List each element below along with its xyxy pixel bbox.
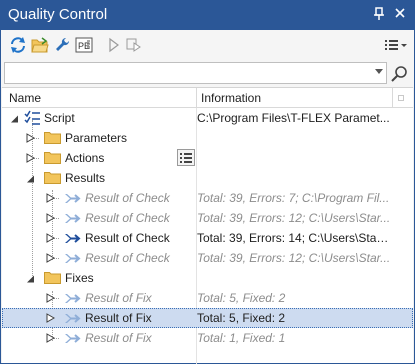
tree-row-result-of-fix[interactable]: Result of Fix Total: 1, Fixed: 1 <box>2 328 413 348</box>
pin-icon[interactable] <box>372 7 386 24</box>
folder-icon <box>44 172 61 184</box>
expand-icon[interactable] <box>26 133 35 143</box>
folder-icon <box>44 272 61 284</box>
collapse-icon[interactable] <box>26 274 35 284</box>
result-of-check-label: Result of Check <box>85 191 170 205</box>
search-input[interactable] <box>5 63 365 83</box>
grid-header: Name Information <box>2 88 413 108</box>
parameters-label: Parameters <box>65 131 128 145</box>
result-arrows-icon <box>65 194 81 203</box>
collapse-icon[interactable] <box>10 114 19 124</box>
quality-control-panel: Quality Control PE Name Information Scri… <box>0 0 415 364</box>
result-arrows-icon <box>65 294 81 303</box>
wrench-icon[interactable] <box>54 37 72 53</box>
result-arrows-icon <box>65 214 81 223</box>
tree-row-fixes[interactable]: Fixes <box>2 268 413 288</box>
expand-icon[interactable] <box>46 313 55 323</box>
result-of-check-info: Total: 39, Errors: 12; C:\Users\Star... <box>197 251 391 265</box>
tree-row-actions[interactable]: Actions <box>2 148 413 168</box>
expand-icon[interactable] <box>46 293 55 303</box>
tree-row-result-of-fix-selected[interactable]: Result of Fix Total: 5, Fixed: 2 <box>2 308 413 328</box>
toolbar: PE <box>1 30 414 60</box>
column-chooser-icon[interactable] <box>398 95 404 101</box>
expand-icon[interactable] <box>46 193 55 203</box>
page-fields-icon[interactable]: PE <box>75 37 93 53</box>
tree-row-script[interactable]: Script C:\Program Files\T-FLEX Paramet..… <box>2 108 413 128</box>
result-of-check-info: Total: 39, Errors: 14; C:\Users\Stark... <box>197 231 392 245</box>
expand-icon[interactable] <box>46 233 55 243</box>
refresh-icon[interactable] <box>9 37 27 53</box>
search-combobox[interactable] <box>4 62 387 84</box>
result-of-check-label: Result of Check <box>85 231 170 245</box>
chevron-down-icon[interactable] <box>375 69 383 74</box>
tree-row-result-of-check[interactable]: Result of Check Total: 39, Errors: 12; C… <box>2 248 413 268</box>
result-of-fix-info: Total: 5, Fixed: 2 <box>197 291 286 305</box>
tree-row-result-of-check[interactable]: Result of Check Total: 39, Errors: 14; C… <box>2 228 413 248</box>
result-of-fix-label: Result of Fix <box>85 311 152 325</box>
column-divider[interactable] <box>392 88 393 108</box>
tree-row-result-of-check[interactable]: Result of Check Total: 39, Errors: 12; C… <box>2 208 413 228</box>
expand-icon[interactable] <box>46 253 55 263</box>
fixes-label: Fixes <box>65 271 94 285</box>
tree-row-results[interactable]: Results <box>2 168 413 188</box>
result-of-fix-label: Result of Fix <box>85 291 152 305</box>
tree-row-result-of-fix[interactable]: Result of Fix Total: 5, Fixed: 2 <box>2 288 413 308</box>
close-icon[interactable] <box>393 7 407 22</box>
search-icon[interactable] <box>390 64 410 84</box>
tree-grid: Name Information Script C:\Program Files… <box>2 87 413 364</box>
panel-title: Quality Control <box>8 6 108 23</box>
column-header-information[interactable]: Information <box>201 91 261 105</box>
column-header-name[interactable]: Name <box>9 91 41 105</box>
expand-icon[interactable] <box>46 213 55 223</box>
result-arrows-icon <box>65 234 81 243</box>
result-of-check-label: Result of Check <box>85 211 170 225</box>
title-bar: Quality Control <box>1 1 414 30</box>
actions-list-button[interactable] <box>177 149 195 166</box>
search-row <box>1 60 414 87</box>
script-info: C:\Program Files\T-FLEX Paramet... <box>197 111 390 125</box>
list-options-icon[interactable] <box>384 37 408 53</box>
list-icon <box>180 153 192 163</box>
tree-row-parameters[interactable]: Parameters <box>2 128 413 148</box>
run-icon[interactable] <box>105 37 123 53</box>
result-of-fix-info: Total: 1, Fixed: 1 <box>197 331 286 345</box>
result-of-fix-info: Total: 5, Fixed: 2 <box>197 311 286 325</box>
expand-icon[interactable] <box>26 153 35 163</box>
result-of-check-info: Total: 39, Errors: 7; C:\Program Fil... <box>197 191 390 205</box>
tree-row-result-of-check[interactable]: Result of Check Total: 39, Errors: 7; C:… <box>2 188 413 208</box>
run-step-icon[interactable] <box>125 37 143 53</box>
results-label: Results <box>65 171 106 185</box>
actions-label: Actions <box>65 151 105 165</box>
result-of-fix-label: Result of Fix <box>85 331 152 345</box>
result-arrows-icon <box>65 334 81 343</box>
open-folder-icon[interactable] <box>31 37 49 53</box>
folder-icon <box>44 132 61 144</box>
result-arrows-icon <box>65 314 81 323</box>
result-of-check-info: Total: 39, Errors: 12; C:\Users\Star... <box>197 211 391 225</box>
script-label: Script <box>44 111 75 125</box>
column-divider[interactable] <box>196 88 197 108</box>
folder-icon <box>44 152 61 164</box>
expand-icon[interactable] <box>46 333 55 343</box>
script-icon <box>24 110 40 125</box>
collapse-icon[interactable] <box>26 174 35 184</box>
result-of-check-label: Result of Check <box>85 251 170 265</box>
svg-text:PE: PE <box>78 41 90 51</box>
result-arrows-icon <box>65 254 81 263</box>
